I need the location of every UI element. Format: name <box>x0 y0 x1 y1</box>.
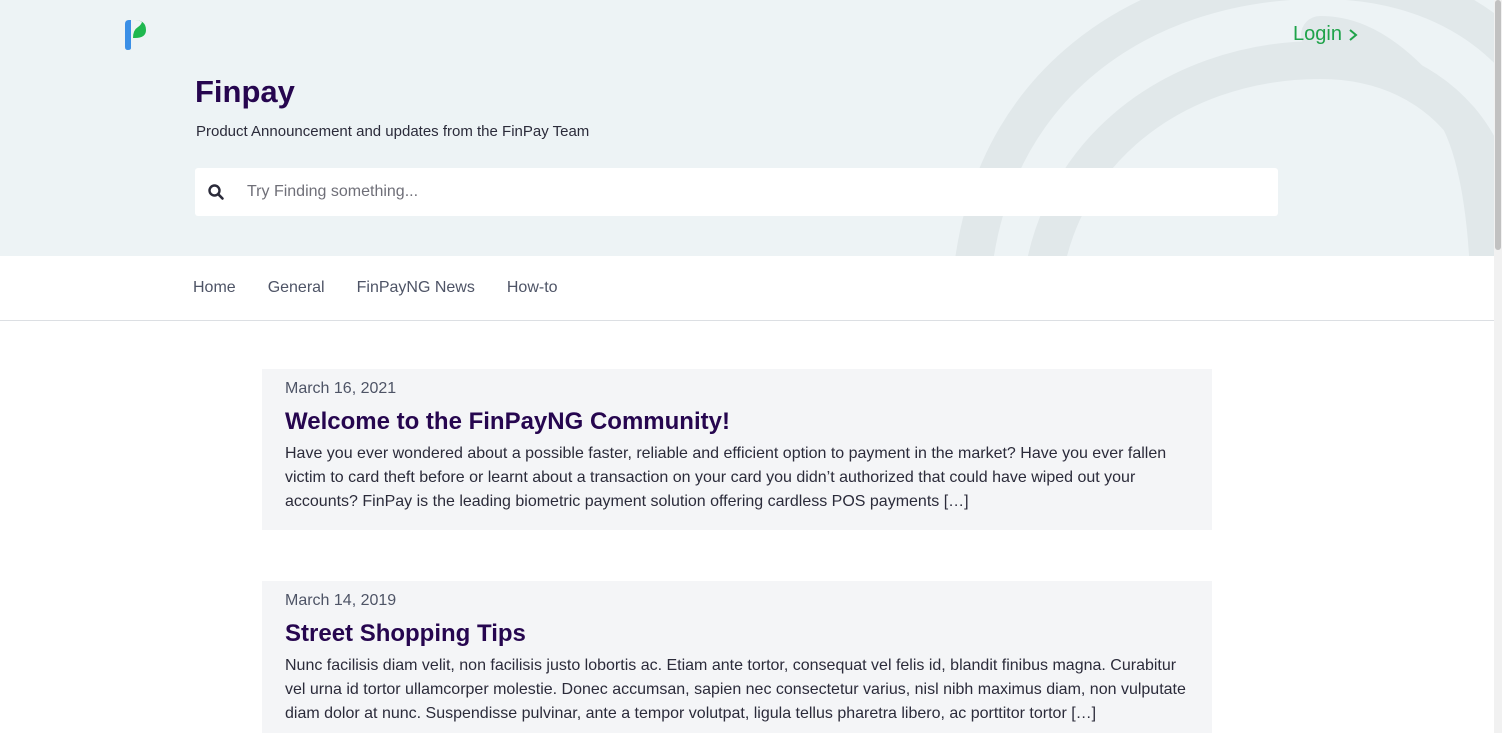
finpay-logo-icon[interactable] <box>122 18 148 52</box>
post-date: March 16, 2021 <box>285 380 397 397</box>
category-nav: Home General FinPayNG News How-to <box>0 256 1494 321</box>
nav-item-how-to[interactable]: How-to <box>507 279 558 297</box>
post-excerpt: Have you ever wondered about a possible … <box>285 445 1167 510</box>
search-input[interactable] <box>247 183 1247 201</box>
page-title: Finpay <box>195 74 295 109</box>
nav-item-home[interactable]: Home <box>193 279 236 297</box>
login-label: Login <box>1293 23 1342 45</box>
post-title-link[interactable]: Street Shopping Tips <box>285 619 1189 649</box>
chevron-right-icon <box>1349 28 1358 41</box>
search-icon[interactable] <box>207 183 225 201</box>
scrollbar-thumb[interactable] <box>1495 0 1501 250</box>
hero-banner: Login Finpay Product Announcement and up… <box>0 0 1494 256</box>
fingerprint-decoration-icon <box>955 0 1494 256</box>
post-title-link[interactable]: Welcome to the FinPayNG Community! <box>285 407 1189 437</box>
post-excerpt: Nunc facilisis diam velit, non facilisis… <box>285 657 1186 722</box>
page-subtitle: Product Announcement and updates from th… <box>196 123 590 140</box>
search-bar <box>195 168 1278 216</box>
login-link[interactable]: Login <box>1293 23 1360 46</box>
page-scrollbar[interactable] <box>1494 0 1502 733</box>
nav-item-general[interactable]: General <box>268 279 325 297</box>
post-card: March 14, 2019 Street Shopping Tips Nunc… <box>262 581 1212 733</box>
nav-item-finpayng-news[interactable]: FinPayNG News <box>357 279 475 297</box>
post-date: March 14, 2019 <box>285 592 397 609</box>
post-card: March 16, 2021 Welcome to the FinPayNG C… <box>262 369 1212 530</box>
